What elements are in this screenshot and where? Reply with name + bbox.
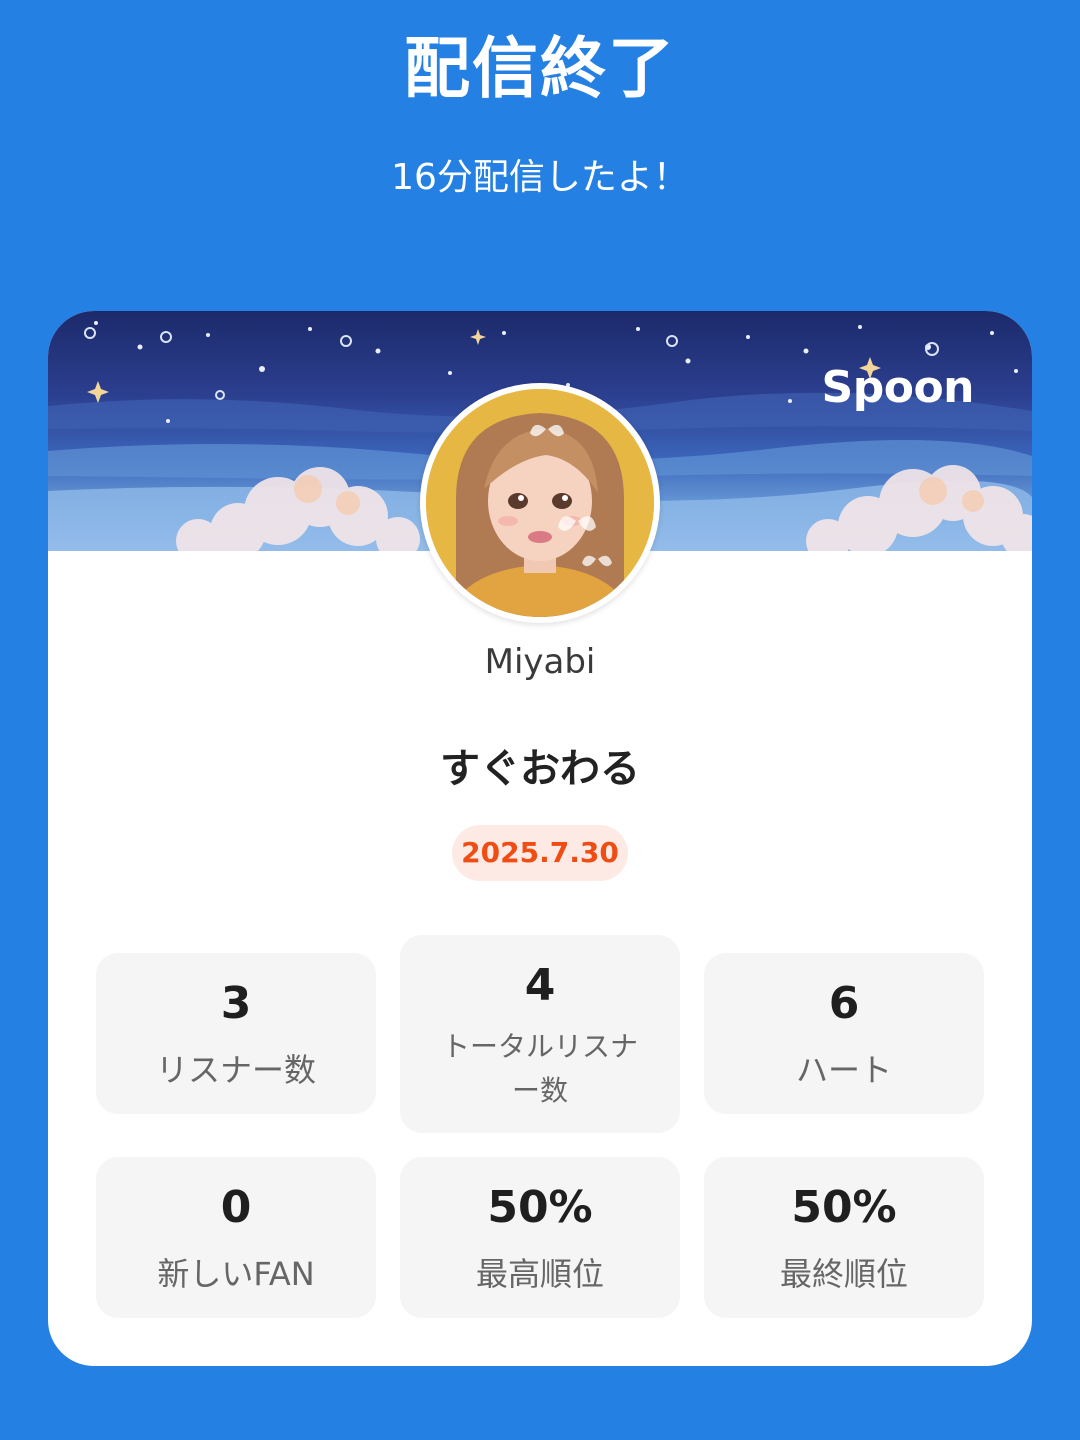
brand-logo: Spoon <box>821 362 975 413</box>
stat-value: 3 <box>220 978 252 1029</box>
stat-value: 4 <box>524 960 556 1011</box>
stat-value: 50% <box>791 1182 897 1233</box>
page-subtitle: 16分配信したよ！ <box>391 157 689 198</box>
stat-final-rank: 50% 最終順位 <box>704 1157 984 1318</box>
stat-label: トータルリスナー数 <box>441 1030 638 1107</box>
date-badge: 2025.7.30 <box>452 825 628 881</box>
stat-value: 0 <box>220 1182 252 1233</box>
stat-total-listeners: 4 トータルリスナー数 <box>400 935 680 1133</box>
page-title: 配信終了 <box>404 30 676 107</box>
stat-hearts: 6 ハート <box>704 953 984 1114</box>
stat-value: 6 <box>828 978 860 1029</box>
summary-card: Spoon Miyabi すぐおわる 2025.7.30 3 リスナー数 4 ト… <box>48 311 1032 1366</box>
stat-label: リスナー数 <box>155 1051 316 1089</box>
stat-highest-rank: 50% 最高順位 <box>400 1157 680 1318</box>
avatar <box>420 383 660 623</box>
stat-label: 新しいFAN <box>157 1255 315 1293</box>
live-title: すぐおわる <box>440 746 640 792</box>
stat-value: 50% <box>487 1182 593 1233</box>
stat-label: 最終順位 <box>779 1255 908 1293</box>
stat-listeners: 3 リスナー数 <box>96 953 376 1114</box>
username: Miyabi <box>484 642 596 682</box>
stat-label: ハート <box>795 1051 892 1089</box>
stat-new-fans: 0 新しいFAN <box>96 1157 376 1318</box>
stat-label: 最高順位 <box>475 1255 604 1293</box>
